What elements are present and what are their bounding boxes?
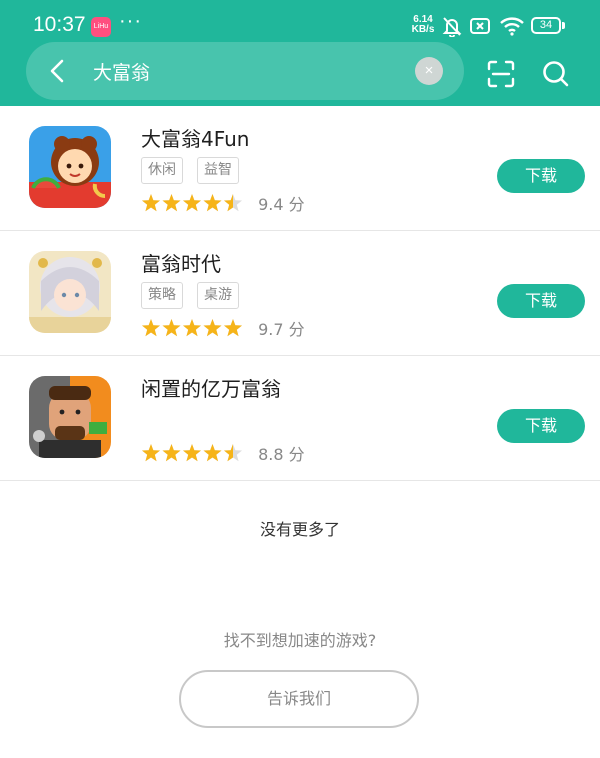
download-button[interactable]: 下载: [497, 409, 585, 443]
cartoon-girl-icon: [29, 126, 111, 208]
star-fill: [141, 194, 161, 212]
star-fill: [223, 319, 243, 337]
star-fill: [162, 444, 181, 462]
star-rating: [141, 319, 243, 337]
star-fill: [182, 319, 202, 337]
tag: 桌游: [197, 282, 239, 309]
scan-icon[interactable]: [484, 57, 518, 91]
game-name: 闲置的亿万富翁: [141, 377, 281, 401]
no-sim-icon: [470, 18, 490, 34]
star-rating: [141, 444, 243, 462]
star-fill: [162, 319, 181, 337]
list-item[interactable]: 富翁时代 策略 桌游 9.7 分 下载: [0, 231, 600, 356]
score-text: 9.4 分: [258, 195, 305, 214]
search-bar[interactable]: [26, 42, 464, 100]
star-fill: [141, 444, 161, 462]
search-icon[interactable]: [539, 57, 573, 91]
no-more-text: 没有更多了: [259, 520, 340, 539]
back-arrow-icon[interactable]: [40, 53, 76, 89]
star-fill: [141, 319, 161, 337]
more-notifications-icon: ···: [119, 10, 142, 32]
network-speed: 6.14 KB/s: [408, 15, 438, 35]
score-text: 9.7 分: [258, 320, 305, 339]
rich-man-icon: [29, 376, 111, 458]
list-item[interactable]: 大富翁4Fun 休闲 益智 9.4 分 下载: [0, 106, 600, 231]
star-fill: [182, 194, 202, 212]
star-fill: [203, 319, 222, 337]
status-time: 10:37: [33, 13, 86, 36]
result-list: 大富翁4Fun 休闲益智 9.4 分 下载 富翁时代 策略桌游 9.7 分: [0, 106, 600, 481]
missing-game-question: 找不到想加速的游戏?: [223, 631, 377, 650]
battery-tip: [562, 22, 565, 29]
network-speed-unit: KB/s: [411, 24, 435, 35]
battery-icon: 34: [531, 17, 561, 34]
app-header: 10:37 LiHu ··· 6.14 KB/s 34 大富翁 ×: [0, 0, 600, 106]
tell-us-button[interactable]: 告诉我们: [179, 670, 419, 728]
rating: 8.8 分: [141, 441, 305, 464]
star-fill: [203, 444, 222, 462]
star-fill: [203, 194, 222, 212]
download-button[interactable]: 下载: [497, 284, 585, 318]
rating: 9.7 分: [141, 316, 305, 339]
wifi-icon: [500, 17, 524, 36]
tag: 益智: [197, 157, 239, 184]
anime-character-icon: [29, 251, 111, 333]
star-fill: [162, 194, 181, 212]
tag-list: 休闲 益智: [141, 157, 253, 184]
list-item[interactable]: 闲置的亿万富翁 8.8 分 下载: [0, 356, 600, 481]
clear-search-button[interactable]: ×: [415, 57, 443, 85]
game-name: 富翁时代: [141, 252, 221, 276]
tag: 策略: [141, 282, 183, 309]
search-input[interactable]: 大富翁: [93, 58, 150, 85]
tag-list: 策略 桌游: [141, 282, 253, 309]
mute-bell-icon: [442, 17, 462, 37]
star-rating: [141, 194, 243, 212]
tag: 休闲: [141, 157, 183, 184]
app-notification-icon: LiHu: [91, 17, 111, 37]
status-bar: 10:37 LiHu ··· 6.14 KB/s 34: [0, 0, 600, 48]
rating: 9.4 分: [141, 191, 305, 214]
score-text: 8.8 分: [258, 445, 305, 464]
star-fill: [182, 444, 202, 462]
download-button[interactable]: 下载: [497, 159, 585, 193]
game-name: 大富翁4Fun: [141, 127, 250, 151]
